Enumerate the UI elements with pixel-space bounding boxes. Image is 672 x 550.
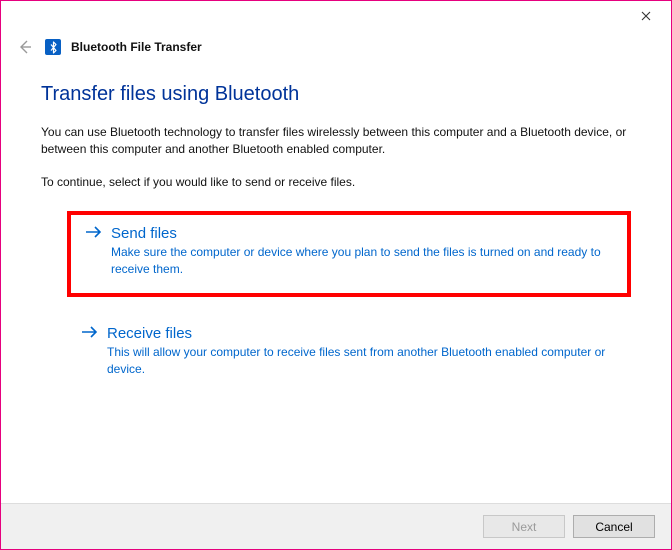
back-arrow-icon	[17, 39, 33, 55]
cancel-button[interactable]: Cancel	[573, 515, 655, 538]
window-titlebar	[625, 1, 671, 31]
wizard-title: Bluetooth File Transfer	[71, 40, 202, 54]
instruction-text: To continue, select if you would like to…	[41, 175, 631, 189]
wizard-content: Transfer files using Bluetooth You can u…	[41, 83, 631, 410]
intro-text: You can use Bluetooth technology to tran…	[41, 124, 631, 159]
back-button[interactable]	[15, 37, 35, 57]
option-desc: Make sure the computer or device where y…	[111, 244, 613, 279]
option-title: Send files	[111, 225, 177, 242]
option-title: Receive files	[107, 325, 192, 342]
page-heading: Transfer files using Bluetooth	[41, 83, 631, 106]
bluetooth-icon	[45, 39, 61, 55]
option-header: Receive files	[81, 325, 617, 342]
close-button[interactable]	[625, 2, 667, 30]
wizard-footer: Next Cancel	[1, 503, 671, 549]
option-header: Send files	[85, 225, 613, 242]
option-send-files[interactable]: Send files Make sure the computer or dev…	[67, 211, 631, 297]
option-receive-files[interactable]: Receive files This will allow your compu…	[67, 315, 631, 393]
wizard-header: Bluetooth File Transfer	[15, 37, 202, 57]
next-button: Next	[483, 515, 565, 538]
arrow-right-icon	[85, 225, 103, 242]
option-desc: This will allow your computer to receive…	[107, 344, 617, 379]
arrow-right-icon	[81, 325, 99, 342]
close-icon	[641, 11, 651, 21]
